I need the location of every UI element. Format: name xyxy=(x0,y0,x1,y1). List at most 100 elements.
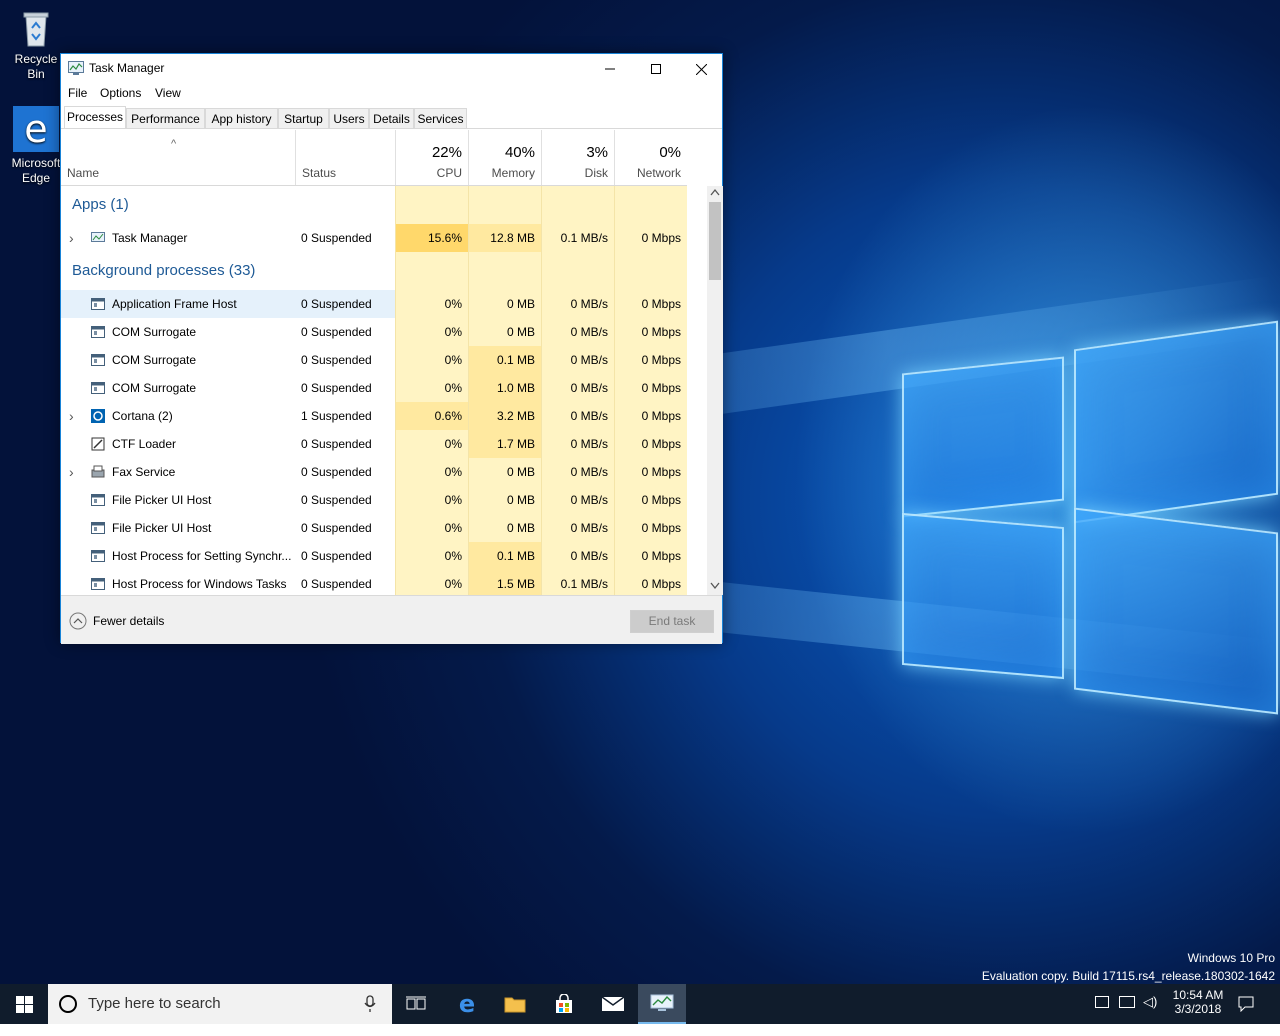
menu-file[interactable]: File xyxy=(68,86,87,100)
process-row[interactable]: Application Frame Host 0 Suspended 0% 0 MB 0… xyxy=(61,290,687,318)
process-status: 0 Suspended xyxy=(301,325,372,339)
process-name: COM Surrogate xyxy=(112,381,197,395)
tab-users[interactable]: Users xyxy=(329,108,369,128)
taskbar-mail-button[interactable] xyxy=(589,984,637,1024)
close-button[interactable] xyxy=(678,54,724,84)
process-row[interactable]: › Fax Service 0 Suspended 0% 0 MB 0 MB/s 0 Mbp… xyxy=(61,458,687,486)
scroll-up-icon[interactable] xyxy=(710,188,720,198)
process-name: File Picker UI Host xyxy=(112,521,212,535)
process-cpu: 0% xyxy=(395,374,468,402)
network-icon[interactable] xyxy=(1119,996,1135,1008)
column-network[interactable]: 0% Network xyxy=(614,130,687,185)
fewer-details-button[interactable]: Fewer details xyxy=(69,612,164,630)
volume-icon[interactable]: ◁) xyxy=(1143,994,1157,1010)
process-disk: 0 MB/s xyxy=(541,318,614,346)
process-disk: 0.1 MB/s xyxy=(541,224,614,252)
tab-processes[interactable]: Processes xyxy=(64,106,126,128)
tab-services[interactable]: Services xyxy=(414,108,467,128)
window-app-icon xyxy=(91,577,105,591)
process-disk: 0.1 MB/s xyxy=(541,570,614,595)
process-status: 0 Suspended xyxy=(301,549,372,563)
desktop-icon-recycle-bin[interactable]: Recycle Bin xyxy=(5,8,67,82)
search-placeholder: Type here to search xyxy=(88,995,221,1012)
column-cpu[interactable]: 22% CPU xyxy=(395,130,468,185)
menu-view[interactable]: View xyxy=(155,86,181,100)
process-row[interactable]: File Picker UI Host 0 Suspended 0% 0 MB 0 MB… xyxy=(61,486,687,514)
process-disk: 0 MB/s xyxy=(541,374,614,402)
process-row[interactable]: COM Surrogate 0 Suspended 0% 0 MB 0 MB/s 0 Mb… xyxy=(61,318,687,346)
vertical-scrollbar[interactable] xyxy=(707,186,723,595)
desktop-icon-edge[interactable]: e Microsoft Edge xyxy=(5,106,67,186)
menu-options[interactable]: Options xyxy=(100,86,141,100)
action-center-button[interactable] xyxy=(1238,996,1254,1036)
minimize-icon xyxy=(605,68,615,70)
taskbar-search-box[interactable]: Type here to search xyxy=(48,984,392,1024)
expand-chevron-icon[interactable]: › xyxy=(69,458,74,486)
taskbar-edge-button[interactable]: e xyxy=(443,984,491,1024)
expand-chevron-icon[interactable]: › xyxy=(69,224,74,252)
start-button[interactable] xyxy=(0,984,48,1024)
battery-icon[interactable] xyxy=(1095,996,1109,1008)
process-network: 0 Mbps xyxy=(614,514,687,542)
process-row[interactable]: Host Process for Windows Tasks 0 Suspende… xyxy=(61,570,687,595)
scroll-down-icon[interactable] xyxy=(710,579,720,593)
tab-app-history[interactable]: App history xyxy=(205,108,278,128)
process-cpu: 0.6% xyxy=(395,402,468,430)
heat-cell xyxy=(614,186,687,224)
process-name: Host Process for Setting Synchr... xyxy=(112,549,292,563)
window-app-icon xyxy=(91,297,105,311)
heat-cell xyxy=(541,252,614,290)
process-status: 1 Suspended xyxy=(301,409,372,423)
process-cpu: 0% xyxy=(395,290,468,318)
clock[interactable]: 10:54 AM 3/3/2018 xyxy=(1168,984,1228,1024)
column-name[interactable]: ^ Name xyxy=(61,130,295,185)
column-memory[interactable]: 40% Memory xyxy=(468,130,541,185)
heat-cell xyxy=(541,186,614,224)
maximize-button[interactable] xyxy=(633,54,679,84)
process-name: Host Process for Windows Tasks xyxy=(112,577,287,591)
column-disk[interactable]: 3% Disk xyxy=(541,130,614,185)
task-view-button[interactable] xyxy=(392,984,440,1024)
chevron-up-circle-icon xyxy=(69,612,87,630)
process-row[interactable]: COM Surrogate 0 Suspended 0% 1.0 MB 0 MB/s 0 … xyxy=(61,374,687,402)
end-task-button[interactable]: End task xyxy=(630,610,714,633)
process-row[interactable]: Host Process for Setting Synchr... 0 Susp… xyxy=(61,542,687,570)
process-memory: 1.0 MB xyxy=(468,374,541,402)
process-row[interactable]: File Picker UI Host 0 Suspended 0% 0 MB 0 MB… xyxy=(61,514,687,542)
tab-startup[interactable]: Startup xyxy=(278,108,329,128)
group-heading: Apps (1) xyxy=(72,196,129,213)
title-bar[interactable]: Task Manager xyxy=(61,54,722,84)
taskbar-task-manager-button[interactable] xyxy=(638,984,686,1024)
expand-chevron-icon[interactable]: › xyxy=(69,402,74,430)
column-name-label: Name xyxy=(67,166,100,180)
column-status[interactable]: Status xyxy=(295,130,395,185)
process-row[interactable]: COM Surrogate 0 Suspended 0% 0.1 MB 0 MB/s 0 … xyxy=(61,346,687,374)
process-status: 0 Suspended xyxy=(301,437,372,451)
microphone-icon[interactable] xyxy=(364,995,376,1013)
process-row[interactable]: › Task Manager 0 Suspended 15.6% 12.8 MB 0.1 … xyxy=(61,224,687,252)
tab-details[interactable]: Details xyxy=(369,108,414,128)
cortana-circle-icon xyxy=(59,995,77,1013)
process-row[interactable]: CTF Loader 0 Suspended 0% 1.7 MB 0 MB/s 0 Mbp… xyxy=(61,430,687,458)
heat-cell xyxy=(468,252,541,290)
process-status: 0 Suspended xyxy=(301,381,372,395)
process-name: CTF Loader xyxy=(112,437,177,451)
tab-performance[interactable]: Performance xyxy=(126,108,205,128)
process-disk: 0 MB/s xyxy=(541,430,614,458)
minimize-button[interactable] xyxy=(587,54,633,84)
process-cpu: 0% xyxy=(395,458,468,486)
process-memory: 0 MB xyxy=(468,514,541,542)
task-manager-icon xyxy=(650,994,674,1011)
taskbar-store-button[interactable] xyxy=(540,984,588,1024)
window-app-icon xyxy=(91,493,105,507)
group-background-processes: Background processes (33) xyxy=(61,252,687,290)
scrollbar-thumb[interactable] xyxy=(709,202,721,280)
process-row[interactable]: › Cortana (2) 1 Suspended 0.6% 3.2 MB 0 MB/s 0… xyxy=(61,402,687,430)
cortana-icon xyxy=(91,409,105,423)
taskbar-file-explorer-button[interactable] xyxy=(491,984,539,1024)
column-network-label: Network xyxy=(636,166,681,180)
desktop-icon-label: Recycle Bin xyxy=(14,52,58,81)
window-app-icon xyxy=(91,353,105,367)
heat-cell xyxy=(395,252,468,290)
process-network: 0 Mbps xyxy=(614,318,687,346)
